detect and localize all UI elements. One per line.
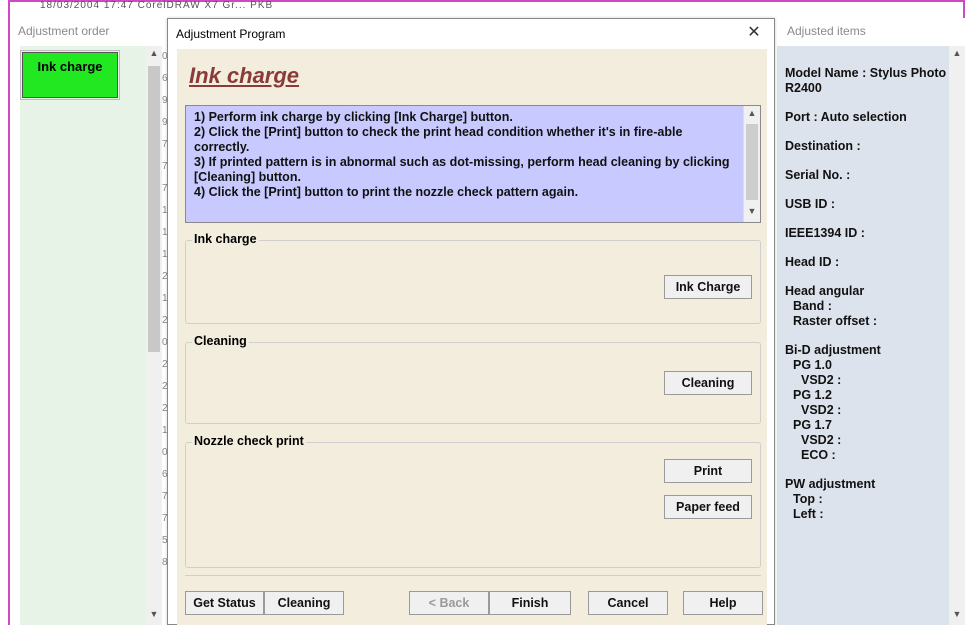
pg-1-2: PG 1.2 — [793, 388, 832, 402]
scrollbar-thumb[interactable] — [746, 124, 758, 200]
ieee1394-id: IEEE1394 ID : — [785, 226, 865, 240]
model-name: Model Name : Stylus Photo R2400 — [785, 66, 947, 95]
instructions-box: 1) Perform ink charge by clicking [Ink C… — [185, 105, 761, 223]
adjusted-items-list: Model Name : Stylus Photo R2400 Port : A… — [777, 46, 949, 625]
bid-adjustment: Bi-D adjustment — [785, 343, 881, 357]
nozzle-check-group: Nozzle check print Print Paper feed — [185, 434, 761, 568]
help-button[interactable]: Help — [683, 591, 763, 615]
paper-feed-button[interactable]: Paper feed — [664, 495, 752, 519]
dialog-titlebar[interactable]: Adjustment Program ✕ — [168, 19, 774, 49]
adjusted-items-scrollbar[interactable]: ▲ ▼ — [949, 46, 965, 625]
pg-1-0: PG 1.0 — [793, 358, 832, 372]
vsd2-3: VSD2 : — [801, 433, 842, 447]
ink-charge-button[interactable]: Ink Charge — [664, 275, 752, 299]
dialog-body: Ink charge 1) Perform ink charge by clic… — [177, 49, 767, 625]
close-icon[interactable]: ✕ — [744, 23, 764, 43]
vsd2-2: VSD2 : — [801, 403, 842, 417]
cleaning-button[interactable]: Cleaning — [664, 371, 752, 395]
destination: Destination : — [785, 139, 861, 153]
cleaning-group: Cleaning Cleaning — [185, 334, 761, 424]
raster-offset: Raster offset : — [793, 314, 878, 328]
port: Port : Auto selection — [785, 110, 907, 124]
scroll-down-icon[interactable]: ▼ — [949, 609, 965, 625]
instructions-text: 1) Perform ink charge by clicking [Ink C… — [194, 110, 730, 199]
pg-1-7: PG 1.7 — [793, 418, 832, 432]
head-id: Head ID : — [785, 255, 840, 269]
adjustment-order-pane: Adjustment order — [10, 18, 162, 625]
scroll-up-icon[interactable]: ▲ — [949, 48, 965, 64]
adjusted-items-title: Adjusted items — [787, 24, 866, 38]
adjustment-program-dialog: Adjustment Program ✕ Ink charge 1) Perfo… — [167, 18, 775, 625]
adjusted-items-pane: Adjusted items Model Name : Stylus Photo… — [773, 18, 965, 625]
adjustment-order-list — [20, 46, 155, 625]
eco: ECO : — [801, 448, 836, 462]
pw-left: Left : — [793, 507, 824, 521]
pw-adjustment: PW adjustment — [785, 477, 876, 491]
dialog-title: Adjustment Program — [176, 27, 286, 41]
vsd2-1: VSD2 : — [801, 373, 842, 387]
usb-id: USB ID : — [785, 197, 835, 211]
head-angular: Head angular — [785, 284, 865, 298]
get-status-button[interactable]: Get Status — [185, 591, 264, 615]
finish-button[interactable]: Finish — [489, 591, 571, 615]
footer-divider — [185, 575, 761, 576]
adjustment-order-scrollbar[interactable]: ▲ ▼ — [146, 46, 162, 625]
cancel-button[interactable]: Cancel — [588, 591, 668, 615]
back-button[interactable]: < Back — [409, 591, 489, 615]
print-button[interactable]: Print — [664, 459, 752, 483]
adjustment-order-title: Adjustment order — [10, 18, 162, 46]
scroll-down-icon[interactable]: ▼ — [744, 206, 760, 222]
serial-number: Serial No. : — [785, 168, 851, 182]
scroll-up-icon[interactable]: ▲ — [744, 108, 760, 124]
ink-charge-group: Ink charge Ink Charge — [185, 232, 761, 324]
scroll-up-icon[interactable]: ▲ — [146, 48, 162, 64]
scrollbar-thumb[interactable] — [148, 66, 160, 352]
ink-charge-group-label: Ink charge — [192, 232, 259, 246]
scroll-down-icon[interactable]: ▼ — [146, 609, 162, 625]
instructions-scrollbar[interactable]: ▲ ▼ — [743, 106, 760, 222]
band: Band : — [793, 299, 832, 313]
background-window-text: 18/03/2004 17:47 CorelDRAW X7 Gr... PKB — [40, 0, 274, 11]
page-title: Ink charge — [189, 63, 300, 88]
adjustment-order-item-ink-charge[interactable]: Ink charge — [20, 50, 120, 100]
pw-top: Top : — [793, 492, 823, 506]
footer-cleaning-button[interactable]: Cleaning — [264, 591, 344, 615]
nozzle-check-group-label: Nozzle check print — [192, 434, 306, 448]
cleaning-group-label: Cleaning — [192, 334, 249, 348]
